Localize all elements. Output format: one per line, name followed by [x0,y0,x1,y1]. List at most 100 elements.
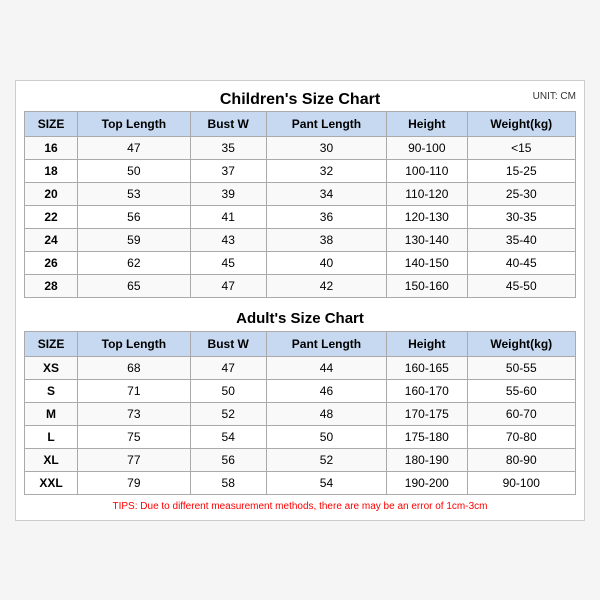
tips-text: TIPS: Due to different measurement metho… [24,501,576,512]
adult-cell: 55-60 [467,379,575,402]
children-cell: 39 [190,182,266,205]
children-cell: 35 [190,136,266,159]
adult-cell: 79 [78,471,191,494]
adult-header-row: SIZE Top Length Bust W Pant Length Heigh… [25,331,576,356]
children-cell: <15 [467,136,575,159]
adult-title-text: Adult's Size Chart [236,310,364,327]
adult-cell: XL [25,448,78,471]
adult-cell: 71 [78,379,191,402]
adult-cell: 48 [266,402,386,425]
children-col-size: SIZE [25,111,78,136]
children-cell: 18 [25,159,78,182]
children-cell: 36 [266,205,386,228]
adult-cell: 73 [78,402,191,425]
adult-cell: 60-70 [467,402,575,425]
children-cell: 47 [78,136,191,159]
adult-cell: 52 [190,402,266,425]
children-section-title: Children's Size Chart UNIT: CM [24,91,576,109]
adult-col-weight: Weight(kg) [467,331,575,356]
children-cell: 38 [266,228,386,251]
adult-cell: 46 [266,379,386,402]
adult-cell: 50-55 [467,356,575,379]
children-table: SIZE Top Length Bust W Pant Length Heigh… [24,111,576,298]
children-cell: 59 [78,228,191,251]
adult-cell: 54 [266,471,386,494]
children-title-text: Children's Size Chart [220,91,380,108]
adult-col-bust-w: Bust W [190,331,266,356]
adult-cell: 77 [78,448,191,471]
children-table-row: 28654742150-16045-50 [25,274,576,297]
children-cell: 41 [190,205,266,228]
children-cell: 120-130 [387,205,467,228]
adult-cell: 160-170 [387,379,467,402]
children-cell: 62 [78,251,191,274]
children-cell: 28 [25,274,78,297]
adult-cell: 58 [190,471,266,494]
children-cell: 24 [25,228,78,251]
adult-cell: 54 [190,425,266,448]
children-table-row: 20533934110-12025-30 [25,182,576,205]
children-col-height: Height [387,111,467,136]
adult-table-row: L755450175-18070-80 [25,425,576,448]
children-cell: 50 [78,159,191,182]
adult-cell: 50 [190,379,266,402]
children-col-weight: Weight(kg) [467,111,575,136]
adult-cell: 56 [190,448,266,471]
children-cell: 110-120 [387,182,467,205]
adult-col-size: SIZE [25,331,78,356]
children-table-row: 18503732100-11015-25 [25,159,576,182]
adult-table-row: XXL795854190-20090-100 [25,471,576,494]
adult-cell: 44 [266,356,386,379]
children-cell: 45-50 [467,274,575,297]
adult-cell: S [25,379,78,402]
children-cell: 56 [78,205,191,228]
unit-label: UNIT: CM [533,91,576,102]
adult-cell: 52 [266,448,386,471]
children-cell: 26 [25,251,78,274]
adult-col-height: Height [387,331,467,356]
children-cell: 20 [25,182,78,205]
children-cell: 35-40 [467,228,575,251]
children-cell: 140-150 [387,251,467,274]
adult-cell: 160-165 [387,356,467,379]
children-cell: 43 [190,228,266,251]
adult-cell: 75 [78,425,191,448]
adult-table-row: XL775652180-19080-90 [25,448,576,471]
children-table-row: 1647353090-100<15 [25,136,576,159]
children-cell: 15-25 [467,159,575,182]
children-header-row: SIZE Top Length Bust W Pant Length Heigh… [25,111,576,136]
children-cell: 90-100 [387,136,467,159]
children-cell: 30 [266,136,386,159]
children-cell: 25-30 [467,182,575,205]
adult-section-title: Adult's Size Chart [24,304,576,331]
children-cell: 16 [25,136,78,159]
adult-cell: 68 [78,356,191,379]
adult-cell: XXL [25,471,78,494]
children-cell: 34 [266,182,386,205]
chart-container: Children's Size Chart UNIT: CM SIZE Top … [15,80,585,521]
children-cell: 37 [190,159,266,182]
children-cell: 30-35 [467,205,575,228]
children-cell: 22 [25,205,78,228]
adult-table: SIZE Top Length Bust W Pant Length Heigh… [24,331,576,495]
adult-table-row: XS684744160-16550-55 [25,356,576,379]
children-cell: 40 [266,251,386,274]
adult-table-row: S715046160-17055-60 [25,379,576,402]
children-cell: 42 [266,274,386,297]
children-cell: 45 [190,251,266,274]
children-table-row: 22564136120-13030-35 [25,205,576,228]
children-cell: 40-45 [467,251,575,274]
children-cell: 47 [190,274,266,297]
adult-cell: 180-190 [387,448,467,471]
adult-cell: 175-180 [387,425,467,448]
children-cell: 65 [78,274,191,297]
adult-cell: 80-90 [467,448,575,471]
adult-cell: M [25,402,78,425]
adult-cell: 50 [266,425,386,448]
children-cell: 32 [266,159,386,182]
children-table-row: 26624540140-15040-45 [25,251,576,274]
children-col-bust-w: Bust W [190,111,266,136]
children-cell: 100-110 [387,159,467,182]
adult-col-pant-length: Pant Length [266,331,386,356]
children-cell: 130-140 [387,228,467,251]
